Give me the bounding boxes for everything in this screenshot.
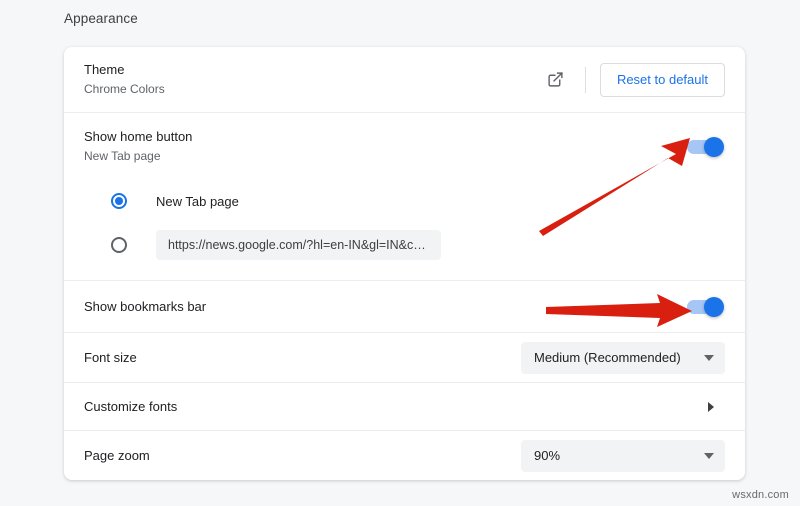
- custom-url-input[interactable]: https://news.google.com/?hl=en-IN&gl=IN&…: [156, 230, 441, 260]
- action-divider: [584, 66, 586, 93]
- customize-fonts-row[interactable]: Customize fonts: [64, 382, 745, 430]
- show-home-button-value: New Tab page: [84, 149, 161, 163]
- chevron-right-icon: [708, 401, 714, 412]
- toggle-knob: [704, 296, 724, 317]
- home-page-radio-group: New Tab page https://news.google.com/?hl…: [64, 165, 745, 267]
- home-page-option-custom-url[interactable]: https://news.google.com/?hl=en-IN&gl=IN&…: [64, 223, 745, 267]
- page-zoom-label: Page zoom: [84, 447, 150, 463]
- radio-new-tab-page-label: New Tab page: [156, 193, 239, 209]
- theme-row[interactable]: Theme Chrome Colors Reset to default: [64, 47, 745, 112]
- radio-custom-url[interactable]: [111, 237, 127, 253]
- customize-fonts-texts: Customize fonts: [84, 398, 708, 416]
- appearance-settings-card: Theme Chrome Colors Reset to default Sho…: [64, 47, 745, 480]
- page-zoom-texts: Page zoom: [84, 447, 521, 465]
- show-home-button-label: Show home button: [84, 129, 193, 144]
- font-size-row[interactable]: Font size Medium (Recommended): [64, 332, 745, 382]
- chevron-down-icon: [704, 354, 714, 361]
- theme-row-actions: Reset to default: [539, 62, 725, 97]
- reset-to-default-button[interactable]: Reset to default: [599, 62, 725, 97]
- show-home-button-texts: Show home button New Tab page: [84, 128, 687, 165]
- external-link-icon[interactable]: [539, 63, 573, 97]
- theme-row-texts: Theme Chrome Colors: [84, 61, 539, 98]
- font-size-label: Font size: [84, 349, 137, 365]
- font-size-dropdown[interactable]: Medium (Recommended): [521, 341, 725, 374]
- page-zoom-row[interactable]: Page zoom 90%: [64, 430, 745, 480]
- customize-fonts-label: Customize fonts: [84, 398, 178, 414]
- home-page-option-new-tab[interactable]: New Tab page: [64, 179, 745, 223]
- font-size-value: Medium (Recommended): [534, 350, 681, 365]
- font-size-texts: Font size: [84, 349, 521, 367]
- show-home-button-toggle[interactable]: [687, 136, 724, 157]
- page-title: Appearance: [64, 11, 138, 26]
- show-home-button-row: Show home button New Tab page New Tab pa…: [64, 112, 745, 280]
- show-bookmarks-bar-row[interactable]: Show bookmarks bar: [64, 280, 745, 332]
- watermark: wsxdn.com: [732, 489, 789, 501]
- show-bookmarks-bar-texts: Show bookmarks bar: [84, 298, 687, 316]
- page-zoom-dropdown[interactable]: 90%: [521, 439, 725, 472]
- show-bookmarks-bar-label: Show bookmarks bar: [84, 298, 207, 314]
- radio-new-tab-page[interactable]: [111, 193, 127, 209]
- theme-value: Chrome Colors: [84, 82, 165, 96]
- show-bookmarks-bar-toggle[interactable]: [687, 296, 724, 317]
- chevron-down-icon: [704, 452, 714, 459]
- toggle-knob: [704, 136, 724, 157]
- theme-label: Theme: [84, 62, 125, 77]
- show-home-button-header[interactable]: Show home button New Tab page: [64, 113, 745, 165]
- page-zoom-value: 90%: [534, 448, 561, 463]
